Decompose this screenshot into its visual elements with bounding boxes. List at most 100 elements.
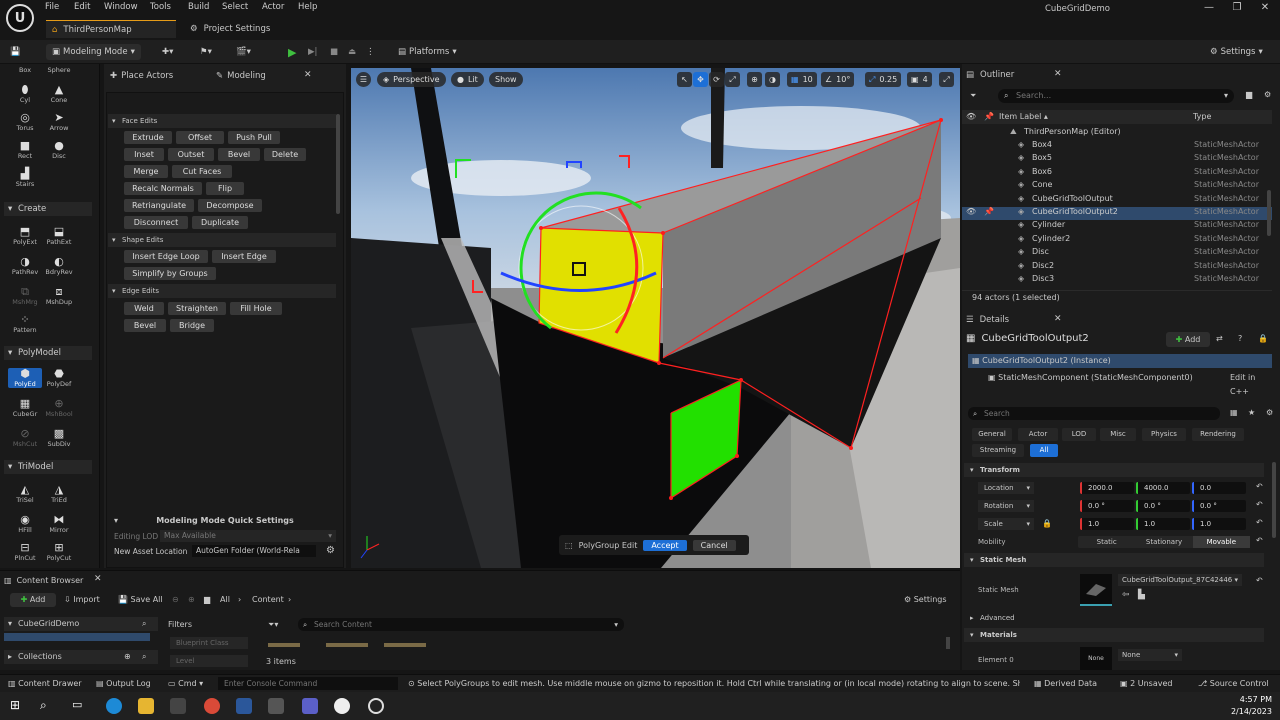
- settings-icon[interactable]: ⚙: [1264, 90, 1271, 99]
- star-icon[interactable]: ★: [1248, 408, 1255, 417]
- tool-mshdup[interactable]: ⧈ MshDup: [42, 286, 76, 306]
- material-thumbnail[interactable]: None: [1080, 647, 1112, 670]
- accept-button[interactable]: Accept: [643, 539, 687, 551]
- save-icon[interactable]: 💾: [10, 44, 21, 60]
- viewport-menu-icon[interactable]: ☰: [356, 72, 371, 87]
- perspective-button[interactable]: ◈ Perspective: [377, 72, 446, 87]
- tool-trisel[interactable]: ◭ TriSel: [8, 484, 42, 504]
- content-search[interactable]: ⌕ ▾: [298, 618, 624, 631]
- task-view-icon[interactable]: ▭: [72, 698, 88, 714]
- column-type[interactable]: Type: [1193, 110, 1211, 124]
- disconnect-button[interactable]: Disconnect: [124, 216, 188, 229]
- visibility-icon[interactable]: 👁: [966, 207, 976, 216]
- rotation-dropdown[interactable]: Rotation ▾: [978, 500, 1034, 512]
- menu-actor[interactable]: Actor: [262, 2, 284, 12]
- folder-icon[interactable]: ▆: [204, 595, 210, 604]
- edge-browser-icon[interactable]: [106, 698, 122, 714]
- play-icon[interactable]: ▶: [288, 44, 296, 60]
- outliner-row[interactable]: 👁 📌 ◈ CubeGridToolOutput2 StaticMeshActor: [962, 207, 1272, 220]
- pin-icon[interactable]: 📌: [984, 207, 994, 216]
- lock-scale-icon[interactable]: 🔒: [1042, 519, 1052, 528]
- windows-start-icon[interactable]: ⊞: [10, 698, 26, 714]
- outliner-root-row[interactable]: ⛰ ThirdPersonMap (Editor): [962, 127, 1272, 140]
- add-actor-icon[interactable]: ✚▾: [162, 44, 173, 60]
- tool-polycut[interactable]: ⊞ PolyCut: [42, 542, 76, 562]
- asset-tile[interactable]: [384, 643, 426, 647]
- face-edits-header[interactable]: Face Edits: [108, 114, 336, 128]
- edge-bevel-button[interactable]: Bevel: [124, 319, 166, 332]
- unsaved-button[interactable]: ▣ 2 Unsaved: [1120, 679, 1172, 688]
- rotate-icon[interactable]: ⟳: [709, 72, 724, 87]
- location-y-field[interactable]: 4000.0: [1136, 482, 1190, 494]
- asset-tile[interactable]: [326, 643, 368, 647]
- tool-tried[interactable]: ◮ TriEd: [42, 484, 76, 504]
- select-icon[interactable]: ↖: [677, 72, 692, 87]
- lit-button[interactable]: ● Lit: [451, 72, 484, 87]
- instance-row[interactable]: ▦ CubeGridToolOutput2 (Instance): [968, 354, 1272, 368]
- world-space-icon[interactable]: ⊕: [747, 72, 762, 87]
- tool-polyext[interactable]: ⬒ PolyExt: [8, 226, 42, 246]
- outliner-row[interactable]: ◈ Box4 StaticMeshActor: [962, 140, 1272, 153]
- blueprint-icon[interactable]: ⇄: [1216, 334, 1223, 343]
- gear-icon[interactable]: ⚙: [1266, 408, 1273, 417]
- file-explorer-icon[interactable]: [138, 698, 154, 714]
- trimodel-section-header[interactable]: TriModel: [4, 460, 92, 474]
- merge-button[interactable]: Merge: [124, 165, 168, 178]
- scale-z-field[interactable]: 1.0: [1192, 518, 1246, 530]
- outliner-scrollbar[interactable]: [1267, 190, 1271, 236]
- menu-build[interactable]: Build: [188, 2, 209, 12]
- advanced-section[interactable]: ▸ Advanced: [964, 612, 1264, 624]
- step-icon[interactable]: ▶|: [308, 44, 317, 60]
- tab-general[interactable]: General: [972, 428, 1012, 441]
- retriangulate-button[interactable]: Retriangulate: [124, 199, 194, 212]
- polymodel-section-header[interactable]: PolyModel: [4, 346, 92, 360]
- scale-x-field[interactable]: 1.0: [1080, 518, 1134, 530]
- use-selected-asset-icon[interactable]: ▙: [1138, 590, 1145, 600]
- reset-scale-icon[interactable]: ↶: [1256, 518, 1263, 527]
- search-icon[interactable]: ⌕: [142, 617, 146, 631]
- close-tab-icon[interactable]: ✕: [1054, 69, 1062, 79]
- outliner-row[interactable]: ◈ Box5 StaticMeshActor: [962, 153, 1272, 166]
- mobility-stationary[interactable]: Stationary: [1135, 536, 1192, 548]
- insert-edge-button[interactable]: Insert Edge: [212, 250, 276, 263]
- maximize-icon[interactable]: ❐: [1228, 2, 1246, 18]
- filter-icon[interactable]: ⏷: [970, 91, 976, 101]
- cut-faces-button[interactable]: Cut Faces: [172, 165, 232, 178]
- visibility-icon[interactable]: 👁: [966, 110, 976, 124]
- output-log-button[interactable]: ▤ Output Log: [96, 679, 151, 688]
- details-tab[interactable]: ☰ Details: [966, 313, 1009, 327]
- outliner-row[interactable]: ◈ Disc2 StaticMeshActor: [962, 261, 1272, 274]
- menu-file[interactable]: File: [45, 2, 59, 12]
- menu-tools[interactable]: Tools: [150, 2, 171, 12]
- decompose-button[interactable]: Decompose: [198, 199, 262, 212]
- static-mesh-select[interactable]: CubeGridToolOutput_87C42446 ▾: [1118, 574, 1242, 586]
- cancel-button[interactable]: Cancel: [692, 539, 736, 551]
- minimize-icon[interactable]: —: [1200, 2, 1218, 18]
- material-select[interactable]: None ▾: [1118, 649, 1182, 661]
- simplify-by-groups-button[interactable]: Simplify by Groups: [124, 267, 216, 280]
- tool-plncut[interactable]: ⊟ PlnCut: [8, 542, 42, 562]
- add-collection-icon[interactable]: ⊕: [124, 650, 131, 664]
- reset-mobility-icon[interactable]: ↶: [1256, 536, 1263, 545]
- extrude-button[interactable]: Extrude: [124, 131, 172, 144]
- tool-subdiv[interactable]: ▩ SubDiv: [42, 428, 76, 448]
- tool-polydef[interactable]: ⬣ PolyDef: [42, 368, 76, 388]
- tab-actor[interactable]: Actor: [1018, 428, 1058, 441]
- browse-to-asset-icon[interactable]: ⇦: [1122, 590, 1130, 600]
- tool-bdryrev[interactable]: ◐ BdryRev: [42, 256, 76, 276]
- tool-mshmrg[interactable]: ⧉ MshMrg: [8, 286, 42, 306]
- location-z-field[interactable]: 0.0: [1192, 482, 1246, 494]
- history-forward-icon[interactable]: ⊕: [188, 595, 195, 604]
- reset-location-icon[interactable]: ↶: [1256, 482, 1263, 491]
- tab-streaming[interactable]: Streaming: [972, 444, 1024, 457]
- duplicate-button[interactable]: Duplicate: [192, 216, 248, 229]
- rotation-z-field[interactable]: 0.0 °: [1192, 500, 1246, 512]
- delete-button[interactable]: Delete: [264, 148, 306, 161]
- editing-lod-select[interactable]: Max Available ▾: [160, 530, 336, 542]
- menu-select[interactable]: Select: [222, 2, 248, 12]
- filter-level[interactable]: Level: [170, 655, 248, 667]
- outliner-row[interactable]: ◈ Disc StaticMeshActor: [962, 247, 1272, 260]
- tab-lod[interactable]: LOD: [1062, 428, 1096, 441]
- reset-rotation-icon[interactable]: ↶: [1256, 500, 1263, 509]
- folder-tree[interactable]: [4, 633, 150, 641]
